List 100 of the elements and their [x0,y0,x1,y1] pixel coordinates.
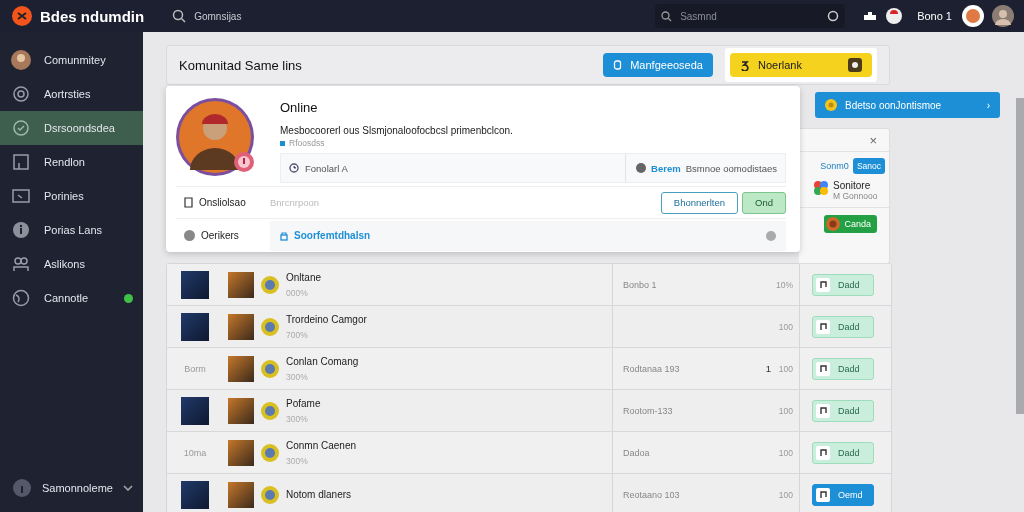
sidebar-item[interactable]: Rendlon [0,145,143,179]
table-cell: Dadoa [623,447,650,458]
game-percent: 300% [286,455,309,466]
profile-description: Mesbocoorerl ous Slsmjonaloofocbcsl primenbclcon. [280,125,514,136]
add-button[interactable]: Dadd [812,315,874,338]
header-button[interactable]: Noerlank [729,53,872,77]
sidebar-item[interactable]: Aslikons [0,247,143,281]
panel-button[interactable]: Sanoc [852,158,885,174]
status-label: Rfoosdss [280,138,786,148]
table-cell: 1 [765,363,771,374]
photo-placeholder [227,313,254,340]
document-icon [184,197,193,208]
sidebar-item[interactable]: Cannotle [0,281,143,315]
photo-placeholder [181,312,209,341]
panel-link[interactable]: Sonm0 [820,161,849,171]
game-percent: 700% [286,329,309,340]
popup-button[interactable]: Bhonnerlten [660,191,739,214]
user-name[interactable]: Bono 1 [917,10,952,22]
table-cell: 100 [778,489,793,500]
info-link[interactable]: Berem [651,162,681,174]
scrollbar[interactable] [1016,98,1024,414]
add-button[interactable]: Dadd [812,399,874,422]
avatar-icon [261,485,279,504]
add-button[interactable]: Oemd [812,483,874,506]
notification-banner[interactable]: Bdetso oonJontismoe › [815,92,1000,118]
table-cell: Reotaano 103 [623,489,680,500]
avatar-icon[interactable] [962,5,984,27]
panel-action-button[interactable]: Canda [824,215,877,233]
avatar-icon [10,49,32,71]
game-name: Trordeino Camgor [286,313,368,325]
app-icon [813,180,829,196]
table-cell: Bonbo 1 [623,279,657,290]
photo-placeholder [181,480,209,509]
app-title: Bdes ndumdin [40,7,145,25]
table-cell: 100 [778,321,793,332]
number-icon [739,59,750,71]
photo-placeholder [227,481,254,508]
panel-title: Sonitore [833,180,872,191]
game-name: Conmn Caenen [286,439,358,451]
lock-icon [280,230,288,241]
avatar-icon [261,443,279,462]
header-button[interactable]: Manfgeeoseda [603,53,713,77]
popup-button[interactable]: Ond [742,191,786,214]
sidebar-item[interactable]: Aortrsties [0,77,143,111]
row-label: 10ma [183,447,207,458]
clear-icon[interactable] [827,10,840,22]
sidebar-item[interactable]: Porias Lans [0,213,143,247]
gear-icon [10,117,32,139]
avatar-icon [261,317,279,336]
panel-subtitle: M Gonnooo [833,191,878,201]
photo-placeholder [227,397,254,424]
close-button[interactable]: × [869,132,877,148]
info-text: Bsmnoe oomodistaes [685,162,777,174]
square-icon [10,151,32,173]
nav-link[interactable]: Gomnsijas [194,10,242,22]
info-text: Fonolarl A [305,162,348,174]
search-field[interactable]: Sasmnd [678,9,822,23]
avatar-icon [826,217,841,231]
photo-placeholder [181,396,209,425]
add-button[interactable]: Dadd [812,441,874,464]
table-cell: 100 [778,447,793,458]
search-icon [172,9,187,23]
add-button[interactable]: Dadd [812,273,874,296]
sidebar-item[interactable]: Comunmitey [0,43,143,77]
table-cell: Rootom-133 [623,405,673,416]
table-cell: 10% [776,279,793,290]
table-cell: Rodtanaa 193 [623,363,680,374]
input-field[interactable]: Bnrcnrpoon [270,197,657,208]
account-menu[interactable]: Samonnoleme [0,472,143,512]
gear-icon [10,83,32,105]
photo-placeholder [181,270,209,299]
clock-icon [289,163,299,173]
add-button[interactable]: Dadd [812,357,874,380]
game-percent: 300% [286,371,309,382]
row-label: Borm [184,363,206,374]
sidebar-item[interactable]: Porinies [0,179,143,213]
game-name: Onltane [286,271,323,283]
avatar-icon [261,401,279,420]
photo-placeholder [227,439,254,466]
badge-icon [234,152,254,172]
avatar-icon [176,98,254,176]
game-percent: 000% [286,287,309,298]
sidebar-item[interactable]: Dsrsoondsdea [0,111,143,145]
profile-name: Online [280,100,319,115]
search-icon [661,10,673,22]
game-name: Conlan Comang [286,355,360,367]
chevron-down-icon [122,485,133,491]
game-name: Notom dlaners [286,489,353,500]
table-cell: 100 [778,363,793,374]
globe-icon [10,287,32,309]
badge-icon [848,58,862,72]
page-title: Komunitad Same lins [179,57,303,73]
avatar-icon[interactable] [992,5,1014,27]
search-field[interactable]: Sasmnd [655,4,846,28]
avatar-icon [261,359,279,378]
field-label: Onsliolsao [199,197,246,208]
photo-placeholder [227,355,254,382]
avatar-icon [261,275,279,294]
photo-placeholder [227,271,254,298]
game-name: Pofame [286,397,322,409]
